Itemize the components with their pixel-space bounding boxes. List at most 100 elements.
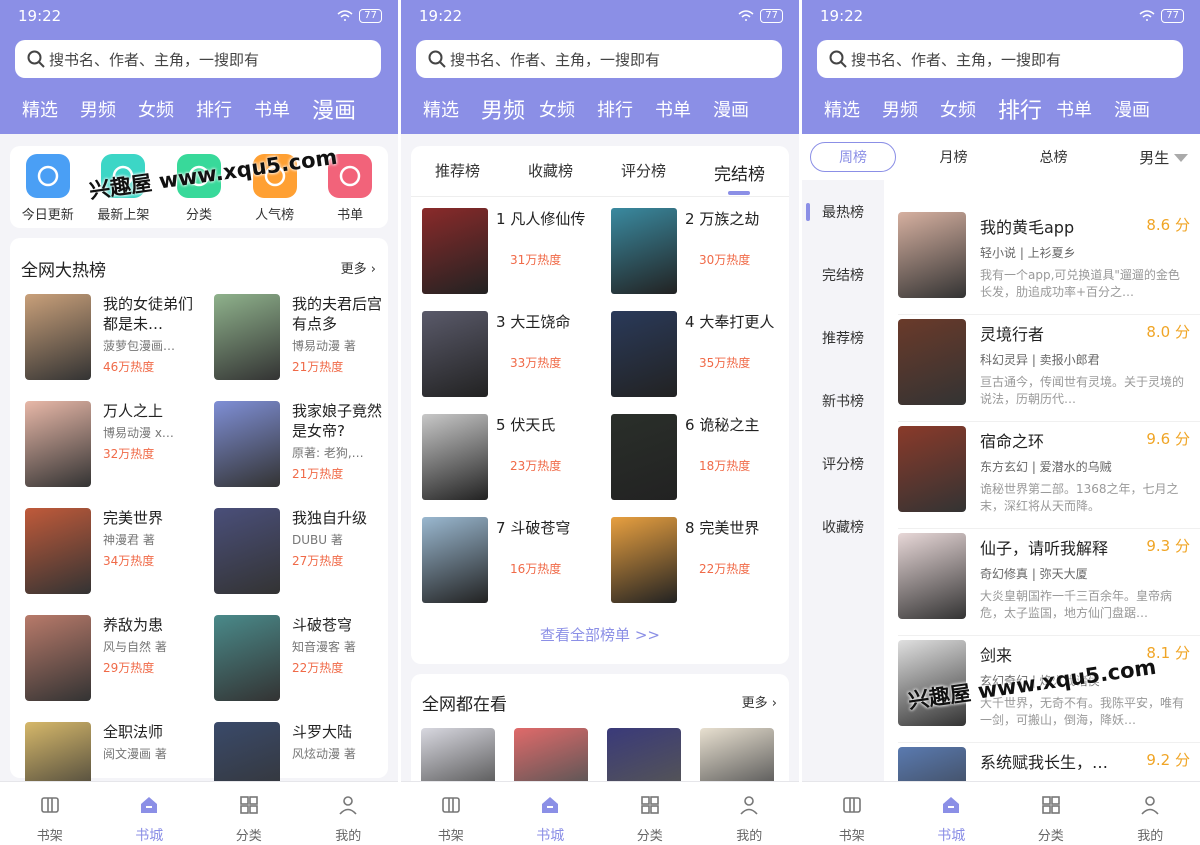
- nav-tab[interactable]: 漫画: [713, 96, 771, 125]
- book-item[interactable]: 我的女徒弟们都是未… 菠萝包漫画… 46万热度: [25, 294, 205, 380]
- book-heat: 27万热度: [292, 554, 344, 568]
- nav-tab-active[interactable]: 男频: [481, 93, 539, 125]
- nav-tab[interactable]: 女频: [940, 96, 998, 125]
- filter-total[interactable]: 总榜: [1011, 147, 1096, 167]
- book-heat: 46万热度: [103, 360, 155, 374]
- view-all-link[interactable]: 查看全部榜单 >>: [411, 624, 789, 645]
- nav-tab[interactable]: 书单: [1056, 96, 1114, 125]
- book-cover[interactable]: [421, 728, 495, 788]
- book-item[interactable]: 万人之上 博易动漫 x… 32万热度: [25, 401, 205, 487]
- tab-store[interactable]: 书城: [501, 782, 601, 845]
- rank-book-item[interactable]: 3 大王饶命 33万热度: [422, 311, 602, 397]
- rank-book-item[interactable]: 系统赋我长生，… 9.2 分: [898, 747, 1200, 781]
- wifi-icon: [738, 10, 754, 21]
- nav-tab[interactable]: 精选: [423, 96, 481, 125]
- book-desc: 大炎皇朝国祚一千三百余年。皇帝病危，太子监国，地方仙门盘踞…: [980, 589, 1173, 620]
- nav-tab[interactable]: 男频: [80, 96, 138, 125]
- rank-book-item[interactable]: 宿命之环 9.6 分东方玄幻 | 爱潜水的乌贼 诡秘世界第二部。1368之年，七月之…: [898, 426, 1200, 533]
- top-nav: 精选 男频 女频 排行 书单 漫画: [22, 96, 370, 125]
- nav-tab[interactable]: 精选: [824, 96, 882, 125]
- rank-category-item[interactable]: 新书榜: [802, 369, 884, 432]
- filter-weekly[interactable]: 周榜: [810, 142, 896, 172]
- more-link[interactable]: 更多 ›: [341, 258, 376, 277]
- search-input[interactable]: 搜书名、作者、主角，一搜即有: [817, 40, 1183, 78]
- book-cover[interactable]: [700, 728, 774, 788]
- nav-tab[interactable]: 男频: [882, 96, 940, 125]
- ranking-tab[interactable]: 推荐榜: [435, 160, 480, 185]
- book-cover[interactable]: [607, 728, 681, 788]
- nav-tab[interactable]: 排行: [196, 96, 254, 125]
- nav-tab[interactable]: 排行: [597, 96, 655, 125]
- book-author: 菠萝包漫画…: [103, 339, 176, 353]
- gender-select[interactable]: 男生: [1139, 147, 1188, 168]
- book-item[interactable]: 我的夫君后宫有点多 博易动漫 著 21万热度: [214, 294, 394, 380]
- nav-tab[interactable]: 女频: [539, 96, 597, 125]
- search-input[interactable]: 搜书名、作者、主角，一搜即有: [15, 40, 381, 78]
- rank-book-item[interactable]: 2 万族之劫 30万热度: [611, 208, 791, 294]
- more-link[interactable]: 更多 ›: [742, 692, 777, 711]
- rank-category-item[interactable]: 评分榜: [802, 432, 884, 495]
- nav-tab[interactable]: 女频: [138, 96, 196, 125]
- book-info: 2 万族之劫 30万热度: [685, 208, 759, 294]
- nav-tab-active[interactable]: 排行: [998, 93, 1056, 125]
- search-placeholder: 搜书名、作者、主角，一搜即有: [851, 50, 1062, 69]
- book-title-text: 大王饶命: [510, 313, 571, 331]
- status-time: 19:22: [820, 7, 864, 25]
- tab-profile[interactable]: 我的: [700, 782, 800, 845]
- rank-book-item[interactable]: 1 凡人修仙传 31万热度: [422, 208, 602, 294]
- rank-book-item[interactable]: 8 完美世界 22万热度: [611, 517, 791, 603]
- tab-category[interactable]: 分类: [1001, 782, 1101, 845]
- search-input[interactable]: 搜书名、作者、主角，一搜即有: [416, 40, 782, 78]
- divider: [898, 635, 1200, 636]
- tab-bookshelf[interactable]: 书架: [401, 782, 501, 845]
- rank-book-item[interactable]: 7 斗破苍穹 16万热度: [422, 517, 602, 603]
- nav-tab[interactable]: 书单: [254, 96, 312, 125]
- tab-category[interactable]: 分类: [600, 782, 700, 845]
- header: 19:22 77 搜书名、作者、主角，一搜即有 精选 男频 女频 排行 书单 漫…: [401, 0, 799, 134]
- tab-category[interactable]: 分类: [199, 782, 299, 845]
- rank-category-item[interactable]: 最热榜: [802, 180, 884, 243]
- book-item[interactable]: 我独自升级 DUBU 著 27万热度: [214, 508, 394, 594]
- book-cover: [25, 401, 91, 487]
- nav-tab[interactable]: 精选: [22, 96, 80, 125]
- book-item[interactable]: 养敌为患 风与自然 著 29万热度: [25, 615, 205, 701]
- book-item[interactable]: 斗破苍穹 知音漫客 著 22万热度: [214, 615, 394, 701]
- tab-profile[interactable]: 我的: [1101, 782, 1200, 845]
- book-title: 5 伏天氏: [496, 414, 561, 435]
- book-cover[interactable]: [514, 728, 588, 788]
- rank-book-item[interactable]: 6 诡秘之主 18万热度: [611, 414, 791, 500]
- search-icon: [428, 50, 446, 68]
- rank-book-item[interactable]: 4 大奉打更人 35万热度: [611, 311, 791, 397]
- tab-label: 书城: [135, 828, 164, 844]
- nav-tab-active[interactable]: 漫画: [312, 93, 370, 125]
- ranking-tab[interactable]: 收藏榜: [528, 160, 573, 185]
- rank-category-item[interactable]: 推荐榜: [802, 306, 884, 369]
- tab-profile[interactable]: 我的: [299, 782, 399, 845]
- tab-bookshelf[interactable]: 书架: [802, 782, 902, 845]
- divider: [898, 528, 1200, 529]
- rank-book-item[interactable]: 我的黄毛app 8.6 分轻小说 | 上衫夏乡 我有一个app,可兑换道具"遛遛的金…: [898, 212, 1200, 319]
- book-item[interactable]: 我家娘子竟然是女帝? 原著: 老狗,… 21万热度: [214, 401, 394, 487]
- rank-category-item[interactable]: 完结榜: [802, 243, 884, 306]
- nav-tab[interactable]: 漫画: [1114, 96, 1172, 125]
- ranking-tab[interactable]: 评分榜: [621, 160, 666, 185]
- book-title: 我独自升级: [292, 509, 368, 527]
- rank-category-item[interactable]: 收藏榜: [802, 495, 884, 558]
- rank-number: 7: [496, 519, 506, 537]
- nav-tab[interactable]: 书单: [655, 96, 713, 125]
- tab-store[interactable]: 书城: [902, 782, 1002, 845]
- tab-bookshelf[interactable]: 书架: [0, 782, 100, 845]
- ranking-tab-active[interactable]: 完结榜: [714, 160, 765, 195]
- tab-store[interactable]: 书城: [100, 782, 200, 845]
- rank-category-menu: 最热榜 完结榜 推荐榜 新书榜 评分榜 收藏榜: [802, 180, 884, 781]
- book-title: 7 斗破苍穹: [496, 517, 570, 538]
- rank-book-item[interactable]: 5 伏天氏 23万热度: [422, 414, 602, 500]
- book-heat: 32万热度: [103, 447, 155, 461]
- store-icon: [138, 794, 160, 825]
- book-cover: [898, 747, 966, 781]
- rank-book-item[interactable]: 仙子，请听我解释 9.3 分奇幻修真 | 弥天大厦 大炎皇朝国祚一千三百余年。皇帝病…: [898, 533, 1200, 640]
- book-item[interactable]: 完美世界 神漫君 著 34万热度: [25, 508, 205, 594]
- filter-monthly[interactable]: 月榜: [896, 147, 1011, 167]
- rank-book-item[interactable]: 灵境行者 8.0 分科幻灵异 | 卖报小郎君 亘古通今，传闻世有灵境。关于灵境的说法…: [898, 319, 1200, 426]
- quick-entry[interactable]: 今日更新: [13, 154, 83, 223]
